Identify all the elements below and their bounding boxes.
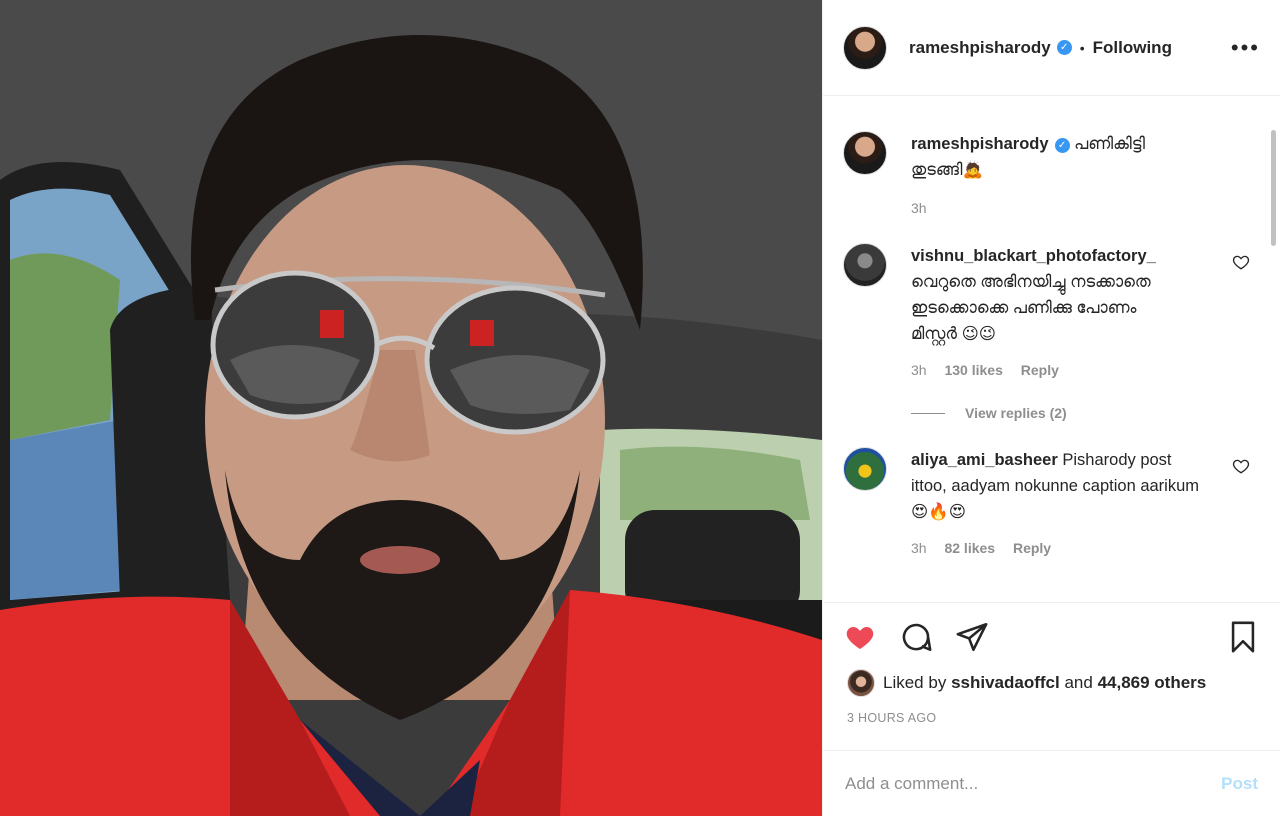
heart-icon[interactable] — [843, 621, 877, 653]
post-photo — [0, 0, 822, 816]
selfie-illustration — [0, 0, 822, 816]
post-actions: Liked by sshivadaoffcl and 44,869 others… — [823, 602, 1280, 725]
commenter-username[interactable]: vishnu_blackart_photofactory_ — [911, 247, 1156, 265]
reply-line — [911, 412, 945, 414]
author-avatar[interactable] — [843, 25, 887, 70]
comment-icon[interactable] — [899, 620, 933, 654]
add-comment-bar: Post — [823, 750, 1280, 816]
comment-text: വെറുതെ അഭിനയിച്ചു നടക്കാതെ ഇടക്കൊക്കെ പണ… — [911, 273, 1151, 343]
caption-username[interactable]: rameshpisharody — [911, 135, 1049, 153]
bookmark-icon[interactable] — [1226, 619, 1260, 655]
comment-item: vishnu_blackart_photofactory_ വെറുതെ അഭി… — [843, 243, 1250, 383]
verified-icon: ✓ — [1056, 40, 1072, 55]
share-icon[interactable] — [955, 620, 989, 654]
comment-item: aliya_ami_basheer Pisharody post ittoo, … — [843, 447, 1250, 561]
separator-dot: • — [1079, 39, 1085, 56]
caption: rameshpisharody ✓ പണികിട്ടി തുടങ്ങി🙇 3h — [843, 131, 1250, 221]
verified-icon: ✓ — [1054, 138, 1070, 153]
comment-likes[interactable]: 82 likes — [944, 540, 995, 556]
commenter-avatar[interactable] — [843, 447, 887, 491]
comment-input[interactable] — [845, 773, 1222, 794]
comments-scrollbar[interactable] — [1271, 130, 1276, 246]
reply-button[interactable]: Reply — [1021, 362, 1059, 378]
reply-button[interactable]: Reply — [1013, 540, 1051, 556]
heart-icon[interactable] — [1232, 253, 1250, 271]
post-button[interactable]: Post — [1221, 774, 1258, 794]
post-header: rameshpisharody ✓ • Following ••• — [823, 0, 1280, 96]
following-button[interactable]: Following — [1093, 38, 1172, 58]
caption-avatar[interactable] — [843, 131, 887, 175]
commenter-username[interactable]: aliya_ami_basheer — [911, 451, 1058, 469]
comment-time[interactable]: 3h — [911, 540, 927, 556]
likes-summary: Liked by sshivadaoffcl and 44,869 others — [843, 669, 1260, 697]
heart-icon[interactable] — [1232, 457, 1250, 475]
comments-list[interactable]: rameshpisharody ✓ പണികിട്ടി തുടങ്ങി🙇 3h v… — [823, 97, 1280, 601]
comment-time[interactable]: 3h — [911, 362, 927, 378]
liker-avatar[interactable] — [847, 669, 875, 697]
commenter-avatar[interactable] — [843, 243, 887, 287]
comment-likes[interactable]: 130 likes — [944, 362, 1002, 378]
post-time[interactable]: 3 HOURS AGO — [847, 711, 1260, 725]
post-sidebar: rameshpisharody ✓ • Following ••• ramesh… — [822, 0, 1280, 816]
view-replies-button[interactable]: View replies (2) — [911, 405, 1250, 421]
likes-count[interactable]: 44,869 others — [1098, 673, 1207, 693]
liked-by-user[interactable]: sshivadaoffcl — [951, 673, 1060, 693]
view-replies-label[interactable]: View replies (2) — [965, 405, 1067, 421]
caption-time[interactable]: 3h — [911, 200, 927, 216]
liked-by-suffix: and — [1064, 673, 1093, 692]
author-username[interactable]: rameshpisharody — [909, 38, 1051, 58]
more-icon[interactable]: ••• — [1231, 36, 1260, 58]
liked-by-prefix: Liked by — [883, 673, 947, 692]
